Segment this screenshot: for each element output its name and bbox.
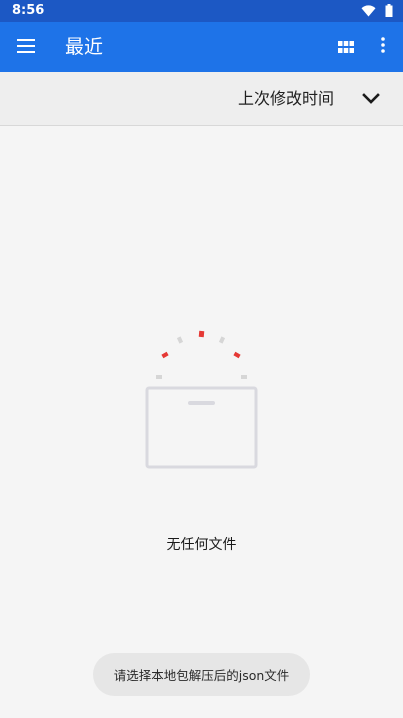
wifi-icon <box>361 2 376 21</box>
chevron-down-icon[interactable] <box>358 86 384 112</box>
more-options-button[interactable] <box>371 34 395 60</box>
sort-label: 上次修改时间 <box>238 89 335 108</box>
toast-message: 请选择本地包解压后的json文件 <box>93 653 310 696</box>
empty-box-icon <box>140 326 264 476</box>
more-vert-icon <box>381 37 385 57</box>
menu-button[interactable] <box>13 34 39 60</box>
grid-view-button[interactable] <box>333 34 359 60</box>
status-bar: 8:56 <box>0 0 403 22</box>
app-bar: 最近 <box>0 22 403 72</box>
status-time: 8:56 <box>12 3 45 18</box>
menu-icon <box>17 38 35 57</box>
empty-state-message: 无任何文件 <box>166 537 237 553</box>
battery-icon <box>385 2 393 21</box>
grid-view-icon <box>338 38 354 57</box>
status-icons <box>361 3 393 19</box>
page-title: 最近 <box>65 36 104 58</box>
sort-bar[interactable]: 上次修改时间 <box>0 72 403 126</box>
